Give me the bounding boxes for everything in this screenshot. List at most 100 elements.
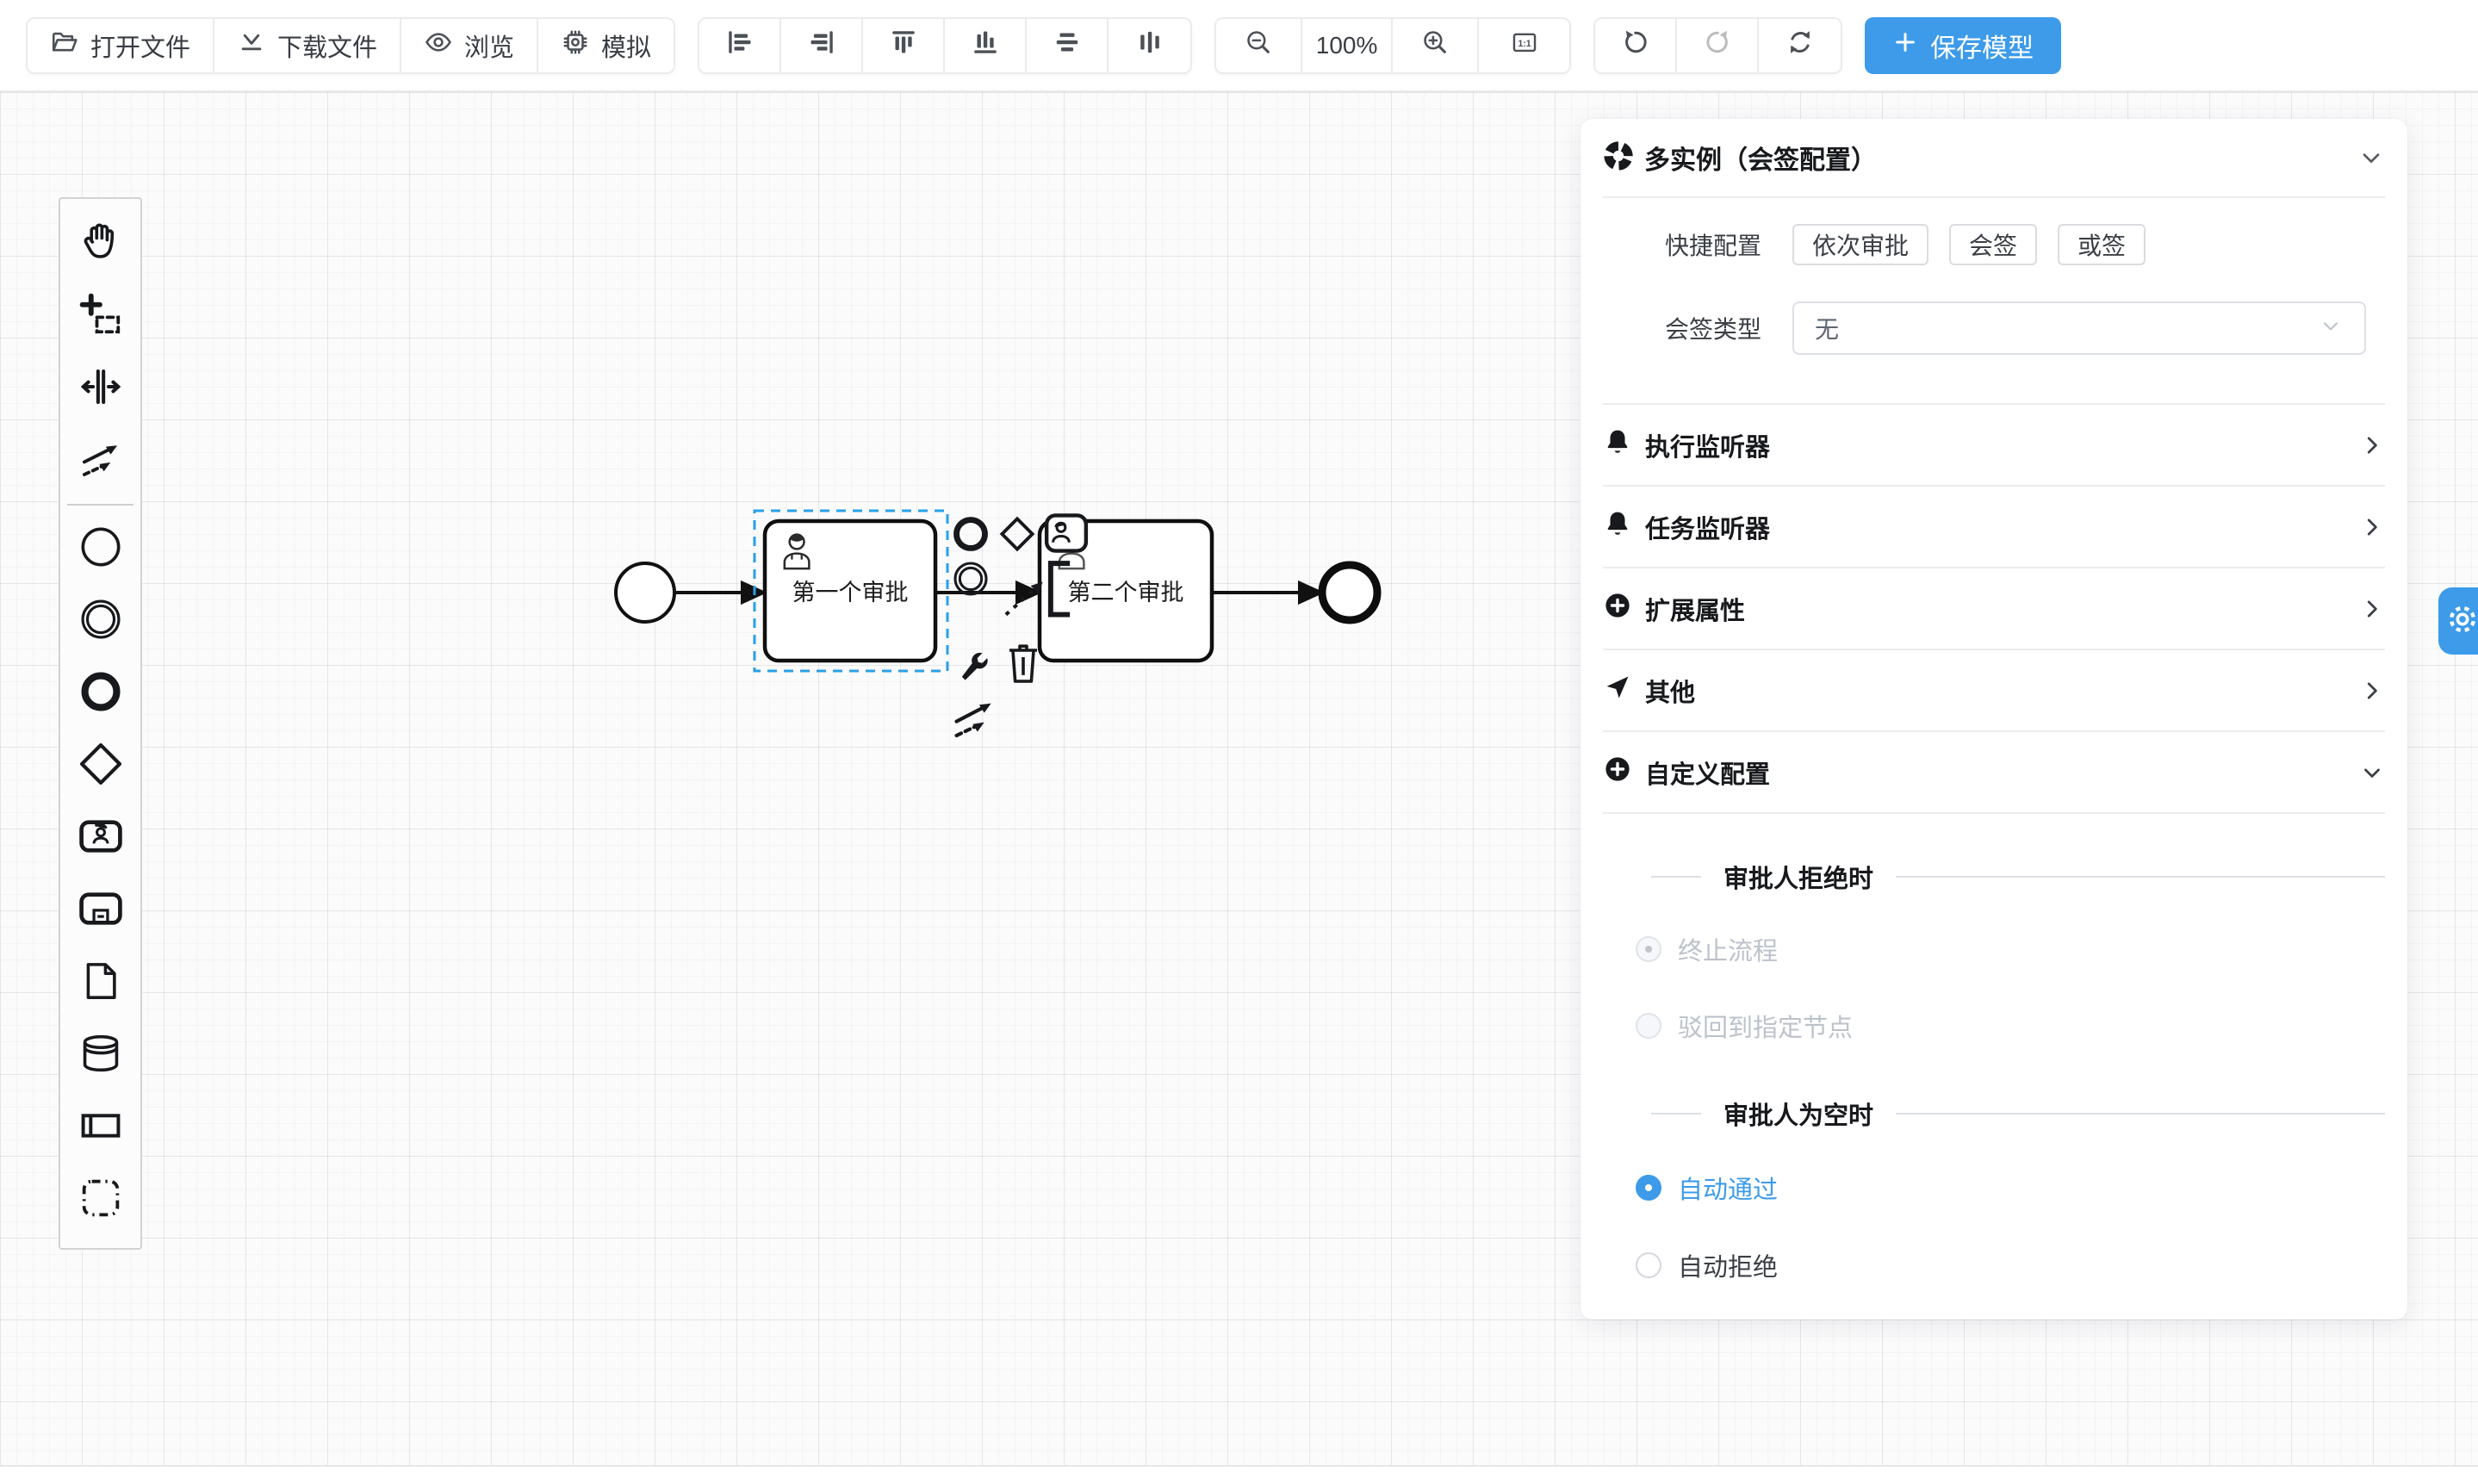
append-gateway-button[interactable] <box>997 514 1037 558</box>
lasso-icon <box>78 291 124 342</box>
change-type-wrench-button[interactable] <box>954 645 994 689</box>
sign-type-select[interactable]: 无 <box>1792 301 2366 355</box>
user-task-icon <box>77 812 125 865</box>
zoom-out-icon <box>1244 28 1273 64</box>
palette-start-event[interactable] <box>60 512 140 585</box>
plus-icon <box>1892 29 1918 62</box>
zoom-out-button[interactable] <box>1216 19 1302 72</box>
section-extended-properties[interactable]: 扩展属性 <box>1603 568 2385 650</box>
sign-type-row: 会签类型 无 <box>1603 301 2385 355</box>
connect-arrows-icon <box>78 436 124 487</box>
download-file-button[interactable]: 下载文件 <box>214 19 401 72</box>
radio-auto-pass[interactable]: 自动通过 <box>1636 1170 2385 1206</box>
section-custom-config[interactable]: 自定义配置 <box>1603 732 2385 814</box>
palette-lasso-tool[interactable] <box>60 280 140 352</box>
bpmn-editor-app: 打开文件 下载文件 浏览 <box>0 0 2478 1484</box>
open-file-button[interactable]: 打开文件 <box>28 19 214 72</box>
quick-config-sequential-button[interactable]: 依次审批 <box>1792 224 1928 265</box>
task-node-1[interactable]: 第一个审批 <box>765 521 935 661</box>
section-label: 其他 <box>1645 673 1695 709</box>
save-model-button[interactable]: 保存模型 <box>1865 17 2061 74</box>
palette-data-object[interactable] <box>60 947 140 1019</box>
section-label: 扩展属性 <box>1645 591 1745 627</box>
radio-terminate-process[interactable]: 终止流程 <box>1636 931 2385 967</box>
zoom-in-icon <box>1420 28 1450 64</box>
radio-button <box>1636 1175 1661 1201</box>
quick-config-countersign-button[interactable]: 会签 <box>1949 224 2037 265</box>
panel-header[interactable]: 多实例（会签配置） <box>1603 119 2385 198</box>
bell-icon <box>1603 509 1632 545</box>
simulate-button[interactable]: 模拟 <box>538 19 674 72</box>
palette-hand-tool[interactable] <box>60 208 140 280</box>
plus-circle-icon <box>1603 754 1632 791</box>
quick-config-orsign-button[interactable]: 或签 <box>2058 224 2146 265</box>
append-intermediate-event-button[interactable] <box>951 559 991 603</box>
redo-button[interactable] <box>1677 19 1759 72</box>
palette-subprocess[interactable] <box>60 874 140 947</box>
chevron-right-icon <box>2359 432 2385 458</box>
sequence-flow-1[interactable] <box>674 583 763 602</box>
zoom-reset-button[interactable]: 1:1 <box>1479 19 1569 72</box>
chevron-right-icon <box>2359 596 2385 622</box>
align-left-button[interactable] <box>699 19 781 72</box>
align-center-horizontal-button[interactable] <box>1027 19 1109 72</box>
section-task-listener[interactable]: 任务监听器 <box>1603 487 2385 568</box>
sequence-flow-3[interactable] <box>1212 583 1320 602</box>
folder-open-icon <box>50 28 79 64</box>
palette-user-task[interactable] <box>60 802 140 874</box>
zoom-level[interactable]: 100% <box>1302 19 1393 72</box>
data-object-icon <box>79 958 122 1009</box>
start-event-node[interactable] <box>616 563 674 622</box>
palette-end-event[interactable] <box>60 657 140 730</box>
zoom-controls-group: 100% 1:1 <box>1214 17 1571 74</box>
chevron-down-icon <box>2359 760 2385 785</box>
append-end-event-button[interactable] <box>951 514 991 558</box>
simulate-label: 模拟 <box>601 28 651 64</box>
align-right-button[interactable] <box>781 19 863 72</box>
history-controls-group <box>1593 17 1842 74</box>
refresh-button[interactable] <box>1759 19 1841 72</box>
palette-gateway[interactable] <box>60 730 140 802</box>
align-right-icon <box>807 28 836 64</box>
chevron-down-icon[interactable] <box>2357 144 2385 171</box>
align-center-vertical-button[interactable] <box>1109 19 1190 72</box>
download-icon <box>237 28 266 64</box>
palette-global-connect-tool[interactable] <box>60 425 140 497</box>
divider-line <box>1896 876 2385 878</box>
align-bottom-button[interactable] <box>945 19 1027 72</box>
chip-icon <box>561 28 590 64</box>
palette-separator <box>67 504 134 506</box>
section-other[interactable]: 其他 <box>1603 650 2385 732</box>
palette-intermediate-event[interactable] <box>60 585 140 657</box>
chevron-right-icon <box>2359 514 2385 540</box>
zoom-in-button[interactable] <box>1393 19 1479 72</box>
undo-button[interactable] <box>1595 19 1677 72</box>
properties-panel: 多实例（会签配置） 快捷配置 依次审批 会签 或签 会签类型 无 <box>1581 119 2407 1319</box>
delete-trash-button[interactable] <box>1004 642 1042 691</box>
section-label: 任务监听器 <box>1645 509 1770 545</box>
append-task-button[interactable] <box>1042 511 1090 560</box>
radio-auto-reject[interactable]: 自动拒绝 <box>1636 1247 2385 1283</box>
preview-label: 浏览 <box>464 28 514 64</box>
palette-group[interactable] <box>60 1164 140 1236</box>
panel-title: 多实例（会签配置） <box>1644 139 1877 177</box>
palette-participant-pool[interactable] <box>60 1091 140 1164</box>
palette-data-store[interactable] <box>60 1019 140 1091</box>
context-pad <box>951 514 1132 738</box>
palette-space-tool[interactable] <box>60 352 140 425</box>
open-file-label: 打开文件 <box>90 28 190 64</box>
align-center-vertical-icon <box>1135 28 1164 64</box>
preview-button[interactable]: 浏览 <box>401 19 538 72</box>
bell-icon <box>1603 427 1632 463</box>
settings-side-tab[interactable] <box>2438 587 2478 655</box>
section-execution-listener[interactable]: 执行监听器 <box>1603 405 2385 487</box>
align-top-button[interactable] <box>863 19 945 72</box>
append-text-annotation-button[interactable] <box>999 554 1077 625</box>
radio-return-to-node[interactable]: 驳回到指定节点 <box>1636 1008 2385 1044</box>
chevron-right-icon <box>2359 678 2385 704</box>
intermediate-event-icon <box>78 596 124 647</box>
connect-tool-button[interactable] <box>951 693 999 746</box>
divider-line <box>1651 1113 1701 1115</box>
group-icon <box>78 1175 124 1226</box>
end-event-node[interactable] <box>1322 565 1377 620</box>
